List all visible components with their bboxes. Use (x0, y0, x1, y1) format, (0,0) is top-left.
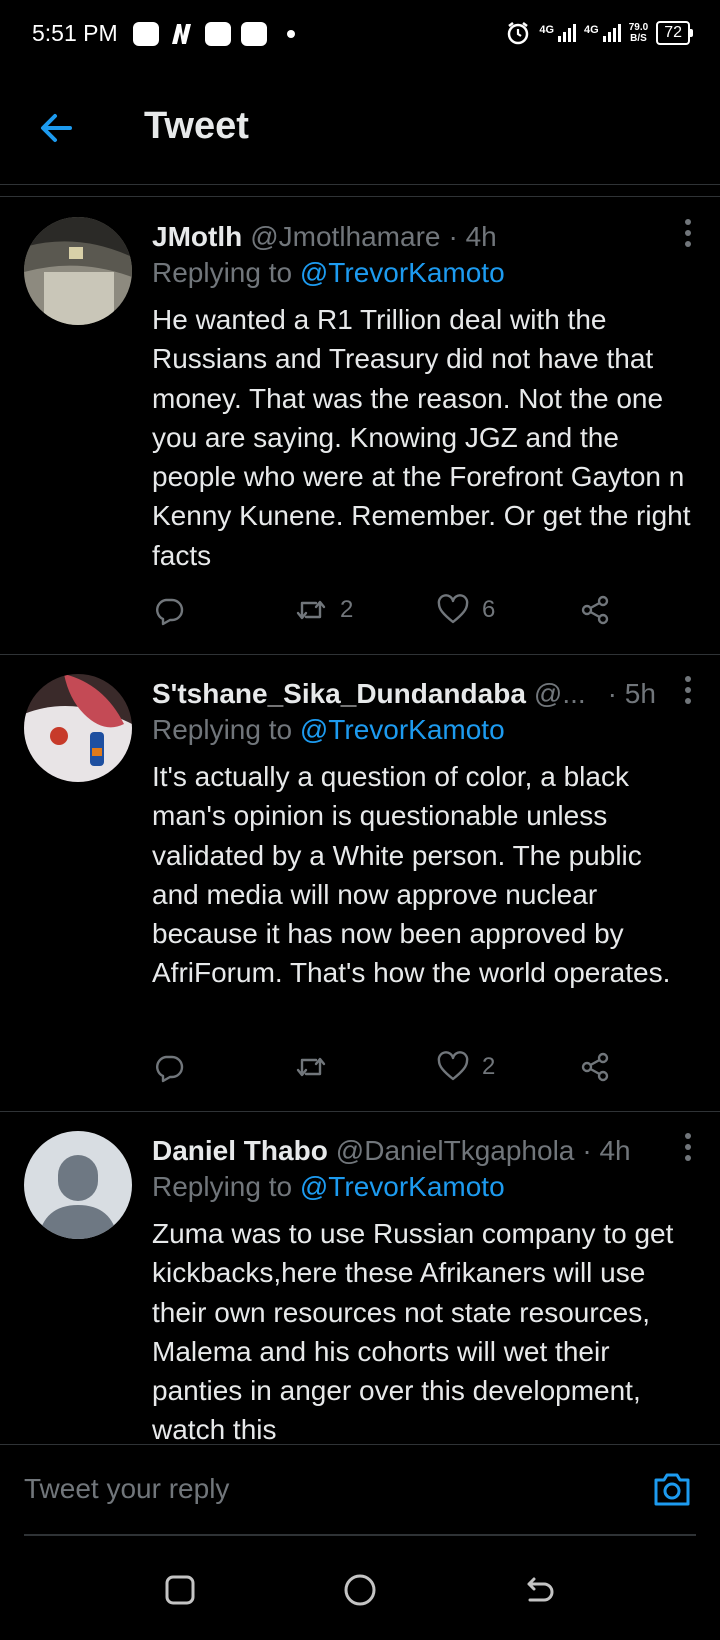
share-icon (581, 1052, 609, 1082)
v-app-notification-icon (205, 22, 231, 46)
camera-icon[interactable] (650, 1467, 694, 1511)
replying-to: Replying to @TrevorKamoto (152, 714, 505, 745)
retweet-button[interactable]: 2 (294, 593, 353, 627)
system-navigation-bar (0, 1540, 720, 1640)
avatar[interactable] (24, 1131, 132, 1239)
author-name[interactable]: S'tshane_Sika_Dundandaba (152, 678, 526, 710)
like-button[interactable]: 2 (436, 1050, 495, 1084)
tweet-text: It's actually a question of color, a bla… (152, 761, 671, 989)
heart-icon (437, 1051, 469, 1081)
page-title: Tweet (144, 105, 249, 147)
app-notification-icon-2 (241, 22, 267, 46)
tweet-actions: 2 (152, 1050, 622, 1090)
reply-composer: Tweet your reply (0, 1444, 720, 1536)
signal-icon-2: 4G (584, 24, 621, 42)
avatar[interactable] (24, 674, 132, 782)
retweet-icon (296, 600, 326, 620)
tweet-header: JMotlh @Jmotlhamare · 4h (152, 217, 692, 257)
tweet-time: · 4h (582, 1135, 631, 1166)
tweet-text: Zuma was to use Russian company to get k… (152, 1218, 674, 1444)
reply-input[interactable]: Tweet your reply (24, 1473, 229, 1505)
like-button[interactable]: 6 (436, 593, 495, 627)
back-icon[interactable] (520, 1572, 556, 1608)
reply-button[interactable] (152, 593, 186, 627)
network-speed: 79.0 B/S (628, 22, 649, 44)
avatar[interactable] (24, 217, 132, 325)
more-options-icon[interactable] (682, 676, 694, 708)
status-time: 5:51 PM (32, 20, 118, 46)
author-name[interactable]: Daniel Thabo (152, 1135, 328, 1167)
reply-tweet[interactable]: Daniel Thabo @DanielTkgaphola · 4h Reply… (0, 1111, 720, 1444)
tweet-text: He wanted a R1 Trillion deal with the Ru… (152, 304, 691, 571)
tweet-header: Daniel Thabo @DanielTkgaphola · 4h (152, 1131, 692, 1171)
recent-apps-icon[interactable] (162, 1572, 198, 1608)
more-notifications-dot (287, 30, 295, 38)
author-name[interactable]: JMotlh (152, 221, 242, 253)
netflix-notification-icon (169, 22, 195, 46)
reply-tweet[interactable]: JMotlh @Jmotlhamare · 4h Replying to @Tr… (0, 197, 720, 655)
app-notification-icon (133, 22, 159, 46)
tweet-actions: 2 6 (152, 593, 622, 633)
author-handle: @Jmotlhamare (250, 221, 441, 252)
reply-icon (156, 1055, 184, 1083)
retweet-button[interactable] (294, 1050, 328, 1084)
alarm-icon (508, 22, 529, 45)
share-button[interactable] (578, 1050, 612, 1084)
reply-tweet[interactable]: S'tshane_Sika_Dundandaba @... · 5h Reply… (0, 654, 720, 1112)
author-handle: @DanielTkgaphola (335, 1135, 575, 1166)
replying-to: Replying to @TrevorKamoto (152, 1171, 505, 1202)
back-arrow-icon[interactable] (36, 108, 76, 148)
battery-indicator: 72 (656, 21, 693, 45)
tweet-header: S'tshane_Sika_Dundandaba @... · 5h (152, 674, 692, 714)
top-app-bar: Tweet (0, 72, 720, 185)
heart-icon (437, 594, 469, 624)
replying-to: Replying to @TrevorKamoto (152, 257, 505, 288)
reply-button[interactable] (152, 1050, 186, 1084)
retweet-count: 2 (340, 596, 354, 623)
more-options-icon[interactable] (682, 1133, 694, 1165)
mention-link[interactable]: @TrevorKamoto (300, 714, 505, 745)
tweet-time: · 4h (448, 221, 497, 252)
author-handle: @... (533, 678, 586, 709)
home-icon[interactable] (342, 1572, 378, 1608)
mention-link[interactable]: @TrevorKamoto (300, 257, 505, 288)
signal-icon-1: 4G (539, 24, 577, 42)
input-underline (24, 1534, 696, 1536)
reply-icon (156, 598, 184, 626)
retweet-icon (296, 1057, 326, 1077)
mention-link[interactable]: @TrevorKamoto (300, 1171, 505, 1202)
status-bar: 5:51 PM 4G 4G 79.0 B/S 72 (0, 0, 720, 72)
notification-icons (133, 22, 295, 46)
like-count: 2 (482, 1053, 496, 1080)
more-options-icon[interactable] (682, 219, 694, 251)
share-button[interactable] (578, 593, 612, 627)
like-count: 6 (482, 596, 496, 623)
share-icon (581, 595, 609, 625)
tweet-time: · 5h (607, 678, 656, 709)
